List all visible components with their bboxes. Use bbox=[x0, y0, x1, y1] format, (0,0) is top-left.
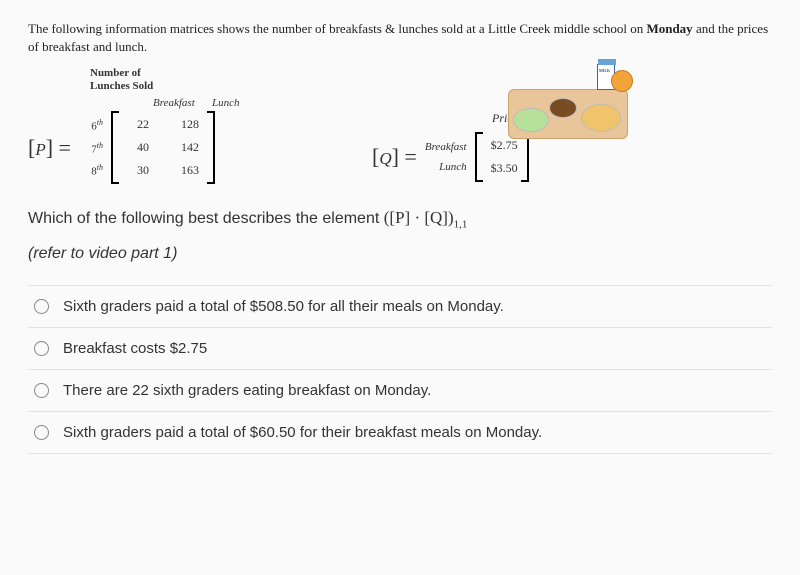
option-1-text: Sixth graders paid a total of $508.50 fo… bbox=[63, 298, 504, 315]
matrix-p-label: [P] = bbox=[28, 135, 71, 161]
radio-icon bbox=[34, 299, 49, 314]
option-1[interactable]: Sixth graders paid a total of $508.50 fo… bbox=[28, 285, 772, 327]
answer-options: Sixth graders paid a total of $508.50 fo… bbox=[28, 285, 772, 454]
radio-icon bbox=[34, 383, 49, 398]
matrix-p-grade-labels: 6th 7th 8th bbox=[79, 118, 103, 178]
matrix-q-block: MILK Price [Q] = Breakfast Lunch $2.75 $… bbox=[282, 111, 772, 182]
matrix-q-row-labels: Breakfast Lunch bbox=[425, 141, 467, 173]
option-3-text: There are 22 sixth graders eating breakf… bbox=[63, 382, 431, 399]
problem-intro: The following information matrices shows… bbox=[28, 20, 772, 55]
matrices-area: Number of Lunches Sold Breakfast Lunch [… bbox=[28, 67, 772, 184]
question-hint: (refer to video part 1) bbox=[28, 245, 772, 263]
radio-icon bbox=[34, 425, 49, 440]
radio-icon bbox=[34, 341, 49, 356]
option-3[interactable]: There are 22 sixth graders eating breakf… bbox=[28, 369, 772, 411]
col-head-lunch: Lunch bbox=[212, 97, 252, 109]
option-4-text: Sixth graders paid a total of $60.50 for… bbox=[63, 424, 542, 441]
intro-bold: Monday bbox=[646, 21, 692, 36]
matrix-q-label: [Q] = bbox=[372, 144, 417, 170]
matrix-p-bracket: 22128 40142 30163 bbox=[111, 111, 215, 184]
option-2-text: Breakfast costs $2.75 bbox=[63, 340, 207, 357]
question-text: Which of the following best describes th… bbox=[28, 208, 772, 230]
orange-icon bbox=[611, 70, 633, 92]
lunch-tray-illustration: MILK bbox=[504, 63, 632, 139]
matrix-q-bracket: $2.75 $3.50 bbox=[475, 132, 529, 182]
matrix-p-title-l1: Number of bbox=[90, 67, 141, 79]
matrix-p-block: Number of Lunches Sold Breakfast Lunch [… bbox=[28, 67, 252, 184]
option-4[interactable]: Sixth graders paid a total of $60.50 for… bbox=[28, 411, 772, 454]
matrix-p-title-l2: Lunches Sold bbox=[90, 80, 153, 92]
col-head-breakfast: Breakfast bbox=[153, 97, 198, 109]
matrix-p-title: Number of Lunches Sold bbox=[90, 67, 252, 93]
matrix-p-col-headers: Breakfast Lunch bbox=[153, 97, 252, 109]
option-2[interactable]: Breakfast costs $2.75 bbox=[28, 327, 772, 369]
intro-text-a: The following information matrices shows… bbox=[28, 21, 646, 36]
